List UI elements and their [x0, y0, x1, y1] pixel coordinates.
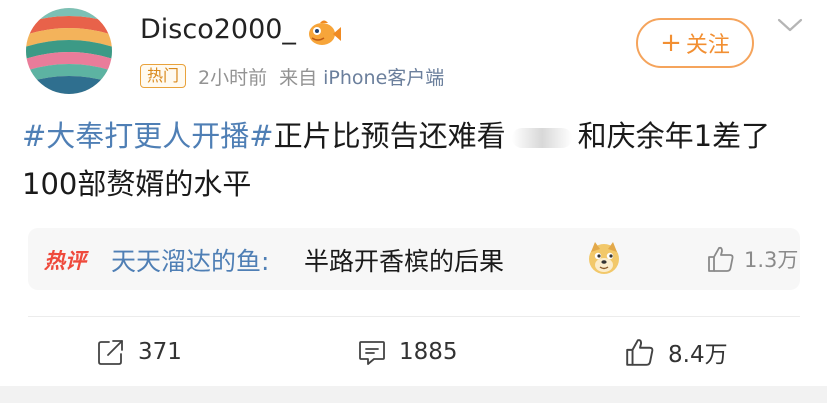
like-button[interactable]: 8.4万 [624, 332, 728, 372]
source-prefix: 来自 [279, 66, 318, 89]
hot-comment[interactable]: 热评 天天溜达的鱼: 半路开香槟的后果 1.3万 [28, 228, 800, 290]
thumbs-up-icon [626, 339, 654, 366]
repost-icon [98, 340, 123, 365]
topic-hashtag-link[interactable]: #大奉打更人开播# [22, 119, 274, 153]
post-body: #大奉打更人开播#正片比预告还难看 和庆余年1差了100部赘婿的水平 [22, 112, 812, 208]
doge-icon [586, 240, 622, 276]
hot-comment-label: 热评 [44, 249, 86, 273]
repost-count: 371 [138, 339, 182, 365]
post-source: iPhone客户端 [323, 66, 445, 89]
chevron-down-icon[interactable] [776, 14, 804, 36]
card-separator [0, 386, 827, 403]
username[interactable]: Disco2000_ [140, 14, 296, 45]
comment-icon [359, 341, 385, 365]
avatar[interactable] [26, 8, 112, 94]
follow-button[interactable]: + 关注 [636, 18, 754, 68]
repost-button[interactable]: 371 [96, 332, 182, 372]
post-text-part1: 正片比预告还难看 [273, 119, 506, 153]
comment-like-count: 1.3万 [744, 248, 799, 272]
redacted-gap [511, 128, 572, 148]
comment-like-button[interactable]: 1.3万 [706, 244, 798, 274]
post-meta: 热门 2小时前 来自 iPhone客户端 [140, 62, 444, 90]
hot-tag-badge: 热门 [140, 64, 187, 88]
weibo-post-card: Disco2000_ 热门 2小时前 来自 iPhone客户端 + 关注 #大奉… [0, 0, 827, 403]
plus-icon: + [660, 28, 682, 58]
follow-label: 关注 [685, 33, 730, 58]
divider [28, 316, 800, 317]
comment-author[interactable]: 天天溜达的鱼: [111, 242, 269, 278]
fish-badge-icon [306, 18, 342, 48]
comment-button[interactable]: 1885 [357, 332, 458, 372]
comment-count: 1885 [399, 339, 458, 365]
thumbs-up-icon [708, 246, 734, 272]
like-count: 8.4万 [668, 342, 728, 368]
comment-text: 半路开香槟的后果 [304, 247, 505, 276]
post-time: 2小时前 [198, 66, 268, 89]
